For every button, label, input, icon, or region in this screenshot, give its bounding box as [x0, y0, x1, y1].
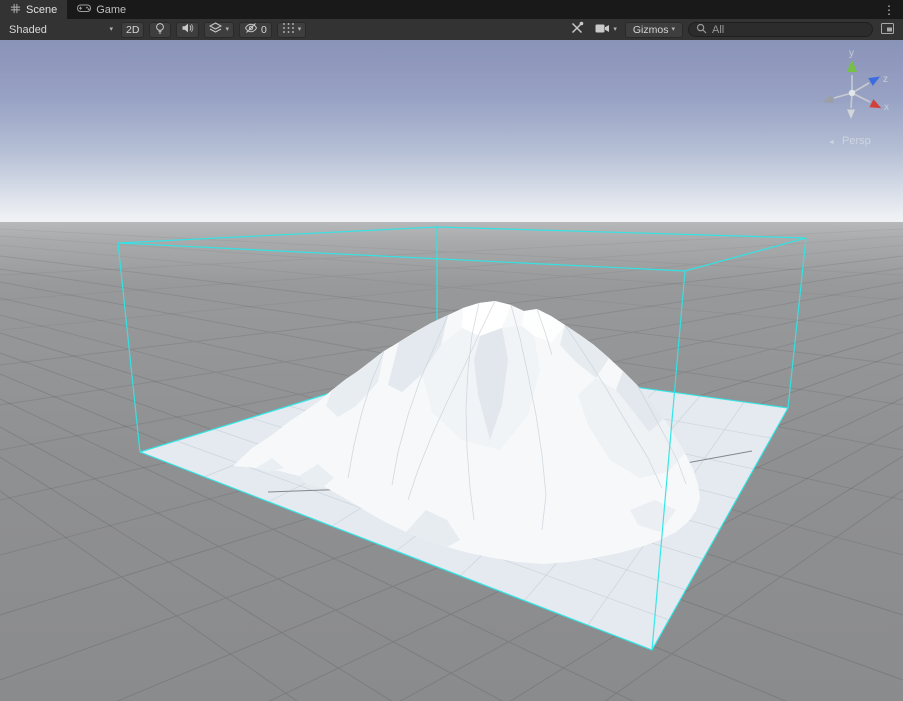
gamepad-icon — [77, 3, 91, 16]
scene-tools-button[interactable] — [567, 22, 587, 38]
gizmos-dropdown[interactable]: Gizmos ▾ — [625, 22, 683, 38]
dropdown-arrow-icon: ▾ — [671, 26, 675, 33]
scene-camera-dropdown[interactable]: ▾ — [592, 22, 620, 38]
gizmo-center[interactable] — [849, 90, 855, 96]
scene-visibility-button[interactable]: 0 — [239, 22, 272, 38]
sky — [0, 40, 903, 226]
grid-dots-icon — [282, 22, 295, 37]
scene-audio-button[interactable] — [176, 22, 199, 38]
scene-effects-dropdown[interactable]: ▾ — [204, 22, 234, 38]
dropdown-arrow-icon: ▾ — [225, 26, 229, 33]
scene-toolbar: Shaded ▾ 2D ▾ 0 — [0, 19, 903, 40]
projection-label: Persp — [842, 135, 871, 147]
tab-scene-label: Scene — [26, 4, 57, 16]
scene-search-field[interactable] — [688, 22, 873, 37]
toggle-2d-label: 2D — [126, 24, 139, 36]
tools-icon — [570, 21, 584, 39]
axis-z-label: z — [883, 74, 888, 85]
unity-scene-window: Scene Game ⋮ Shaded ▾ 2D — [0, 0, 903, 701]
gizmos-label: Gizmos — [633, 24, 669, 36]
search-icon — [696, 21, 707, 39]
scene-viewport[interactable]: y z x ◄ Persp — [0, 40, 903, 701]
tab-scene[interactable]: Scene — [0, 0, 67, 19]
projection-toggle[interactable]: ◄ Persp — [828, 135, 871, 147]
tab-bar: Scene Game ⋮ — [0, 0, 903, 19]
axis-y-label: y — [849, 48, 854, 59]
eye-hidden-icon — [244, 22, 258, 37]
light-bulb-icon — [154, 22, 166, 38]
axis-x-label: x — [884, 102, 889, 113]
scene-grid-icon — [10, 3, 21, 17]
search-input[interactable] — [712, 24, 865, 36]
dropdown-arrow-icon: ▾ — [613, 26, 617, 33]
effects-layers-icon — [209, 22, 222, 37]
persp-arrow-icon: ◄ — [828, 139, 835, 146]
speaker-icon — [181, 22, 194, 37]
camera-icon — [595, 21, 610, 39]
tab-overflow-menu-icon[interactable]: ⋮ — [875, 0, 903, 19]
dropdown-arrow-icon: ▾ — [109, 26, 113, 33]
dropdown-arrow-icon: ▾ — [298, 26, 302, 33]
grid-visibility-dropdown[interactable]: ▾ — [277, 22, 307, 38]
maximize-pip-button[interactable] — [878, 22, 897, 38]
scene-lighting-button[interactable] — [149, 22, 171, 38]
shading-mode-dropdown[interactable]: Shaded ▾ — [6, 24, 116, 36]
hidden-objects-count: 0 — [261, 24, 267, 36]
tab-game[interactable]: Game — [67, 0, 136, 19]
toggle-2d-button[interactable]: 2D — [121, 22, 144, 38]
pip-window-icon — [881, 21, 894, 39]
shading-mode-label: Shaded — [9, 24, 47, 36]
tab-game-label: Game — [96, 4, 126, 16]
